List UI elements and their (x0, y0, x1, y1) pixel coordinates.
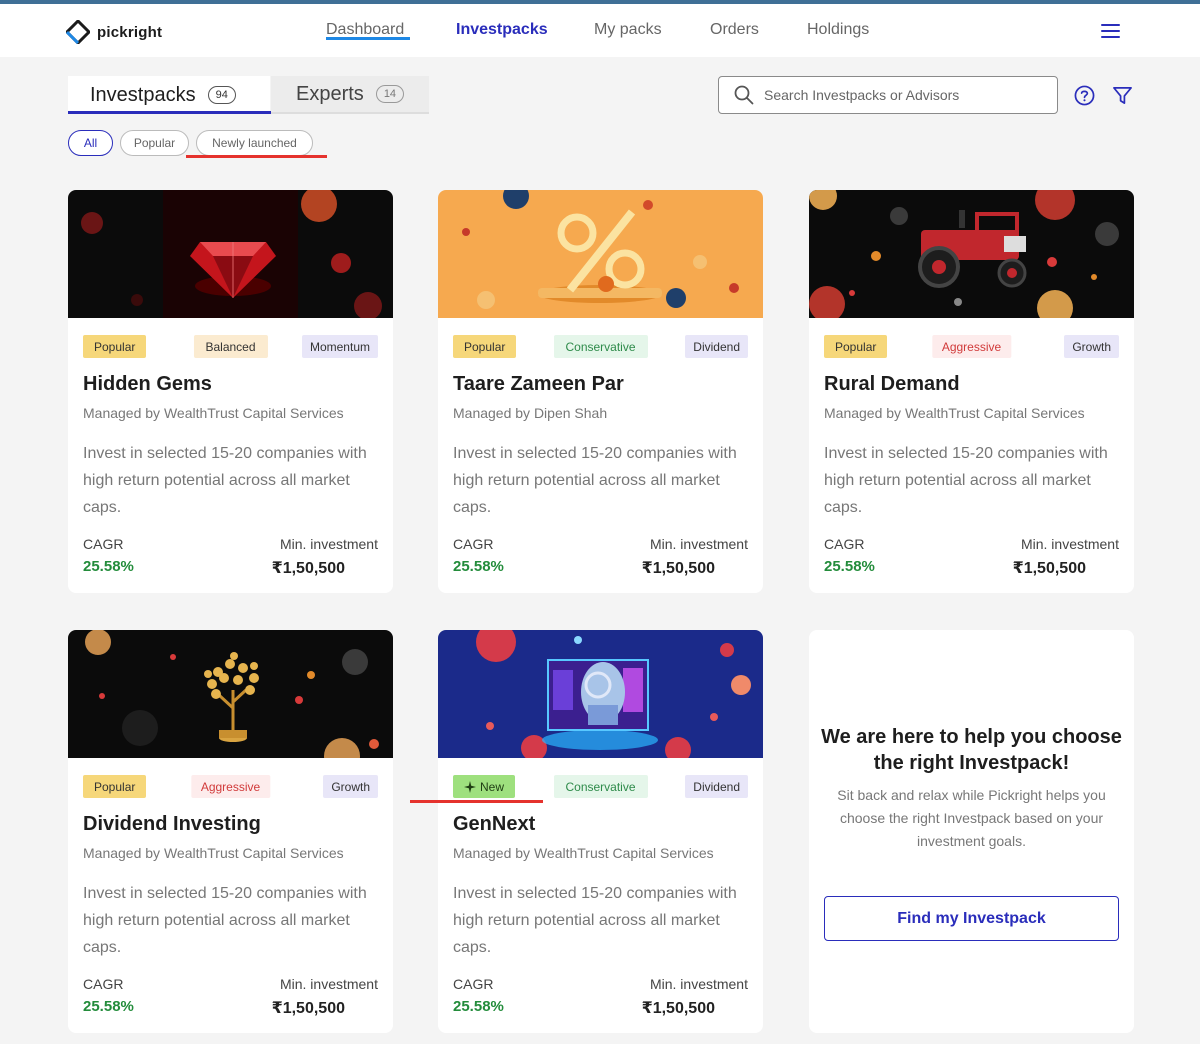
hamburger-menu-icon[interactable] (1101, 23, 1121, 39)
nav-investpacks[interactable]: Investpacks (456, 21, 548, 39)
tag-popular: Popular (824, 335, 888, 358)
cagr-value: 25.58% (453, 558, 504, 575)
help-title: We are here to help you choose the right… (821, 726, 1122, 774)
tab-investpacks-label: Investpacks (90, 83, 196, 106)
tab-experts-label: Experts (296, 82, 364, 105)
tab-experts-count: 14 (375, 85, 405, 103)
tab-investpacks[interactable]: Investpacks 94 (68, 76, 270, 114)
cagr-label: CAGR (824, 536, 865, 552)
min-investment-value: ₹1,50,500 (641, 560, 715, 577)
search-box[interactable] (718, 76, 1058, 114)
annotation-underline (186, 155, 327, 158)
investpack-card[interactable]: Popular Aggressive Growth Dividend Inves… (68, 630, 393, 1033)
search-icon (734, 85, 754, 105)
tag-conservative: Conservative (553, 775, 648, 798)
find-my-investpack-button[interactable]: Find my Investpack (824, 896, 1119, 941)
tag-momentum: Momentum (301, 335, 378, 358)
cagr-label: CAGR (453, 536, 494, 552)
tag-popular: Popular (453, 335, 517, 358)
help-card: We are here to help you choose the right… (809, 630, 1134, 1033)
cagr-value: 25.58% (453, 998, 504, 1015)
investpack-card[interactable]: Popular Conservative Dividend Taare Zame… (438, 190, 763, 593)
card-manager: Managed by Dipen Shah (453, 405, 608, 421)
tag-conservative: Conservative (553, 335, 648, 358)
card-manager: Managed by WealthTrust Capital Services (83, 405, 344, 421)
card-title: GenNext (453, 813, 536, 835)
sparkle-icon (464, 780, 476, 793)
nav-dashboard-underline (326, 37, 410, 40)
help-text: Sit back and relax while Pickright helps… (837, 787, 1106, 849)
tag-aggressive: Aggressive (931, 335, 1012, 358)
tag-aggressive: Aggressive (190, 775, 271, 798)
card-title: Taare Zameen Par (453, 373, 624, 395)
card-image-robot-head (438, 630, 763, 758)
card-manager: Managed by WealthTrust Capital Services (453, 845, 714, 861)
min-investment-label: Min. investment (279, 976, 378, 992)
min-investment-value: ₹1,50,500 (1012, 560, 1086, 577)
tag-popular: Popular (83, 335, 147, 358)
card-title: Rural Demand (824, 373, 960, 395)
filter-icon[interactable] (1112, 85, 1133, 106)
card-description: Invest in selected 15-20 companies with … (824, 445, 1108, 516)
min-investment-value: ₹1,50,500 (271, 1000, 345, 1017)
min-investment-value: ₹1,50,500 (641, 1000, 715, 1017)
pickright-logo-icon (66, 20, 90, 44)
nav-my-packs[interactable]: My packs (594, 21, 662, 39)
investpack-card[interactable]: Popular Aggressive Growth Rural Demand M… (809, 190, 1134, 593)
card-manager: Managed by WealthTrust Capital Services (83, 845, 344, 861)
card-title: Hidden Gems (83, 373, 212, 395)
tag-popular: Popular (83, 775, 147, 798)
filter-chip-newly-launched[interactable]: Newly launched (196, 130, 313, 156)
cagr-label: CAGR (83, 976, 124, 992)
tab-investpacks-count: 94 (207, 86, 236, 104)
min-investment-value: ₹1,50,500 (271, 560, 345, 577)
tag-balanced: Balanced (193, 335, 268, 358)
card-image-red-tractor (809, 190, 1134, 318)
annotation-underline (410, 800, 543, 803)
cagr-label: CAGR (453, 976, 494, 992)
tag-dividend: Dividend (685, 335, 748, 358)
card-image-money-tree (68, 630, 393, 758)
top-navbar: pickright Dashboard Investpacks My packs… (0, 4, 1200, 57)
nav-orders[interactable]: Orders (710, 21, 759, 39)
card-description: Invest in selected 15-20 companies with … (453, 885, 737, 956)
min-investment-label: Min. investment (649, 536, 748, 552)
card-image-percent-sign (438, 190, 763, 318)
min-investment-label: Min. investment (1020, 536, 1119, 552)
filter-chip-all[interactable]: All (68, 130, 113, 156)
investpack-card[interactable]: New Conservative Dividend GenNext Manage… (438, 630, 763, 1033)
logo[interactable]: pickright (66, 20, 162, 44)
card-description: Invest in selected 15-20 companies with … (83, 445, 367, 516)
card-manager: Managed by WealthTrust Capital Services (824, 405, 1085, 421)
min-investment-label: Min. investment (279, 536, 378, 552)
logo-text: pickright (97, 23, 163, 41)
tag-growth: Growth (323, 775, 378, 798)
help-icon[interactable] (1074, 85, 1095, 106)
cagr-label: CAGR (83, 536, 124, 552)
card-description: Invest in selected 15-20 companies with … (453, 445, 737, 516)
search-input[interactable] (764, 87, 1044, 103)
tag-new-label: New (480, 779, 505, 794)
tag-dividend: Dividend (685, 775, 748, 798)
active-tab-underline (68, 111, 271, 114)
tab-experts[interactable]: Experts 14 (271, 76, 429, 114)
card-image-red-diamond (68, 190, 393, 318)
cagr-value: 25.58% (83, 558, 134, 575)
cagr-value: 25.58% (824, 558, 875, 575)
filter-chip-popular[interactable]: Popular (120, 130, 189, 156)
investpack-card[interactable]: Popular Balanced Momentum Hidden Gems Ma… (68, 190, 393, 593)
card-title: Dividend Investing (83, 813, 261, 835)
card-description: Invest in selected 15-20 companies with … (83, 885, 367, 956)
nav-holdings[interactable]: Holdings (807, 21, 869, 39)
cagr-value: 25.58% (83, 998, 134, 1015)
tag-growth: Growth (1064, 335, 1119, 358)
tag-new: New (453, 775, 516, 798)
min-investment-label: Min. investment (649, 976, 748, 992)
